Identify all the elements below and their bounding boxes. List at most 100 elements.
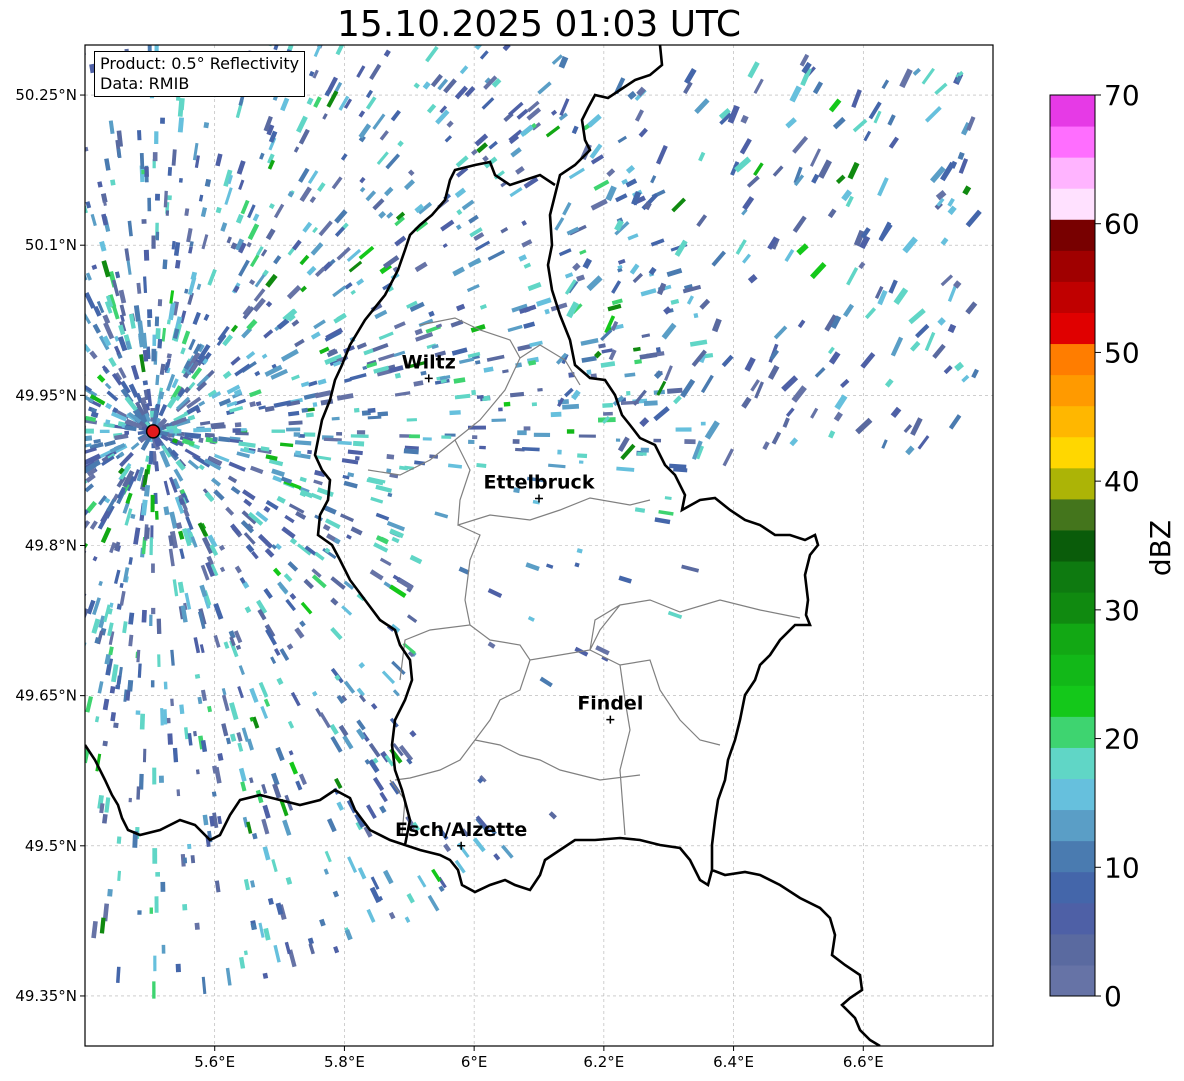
echo-cell: [128, 797, 132, 803]
echo-cell: [82, 31, 89, 45]
echo-cell: [12, 617, 19, 624]
echo-cell: [198, 437, 204, 443]
echo-cell: [69, 609, 79, 625]
echo-cell: [6, 659, 15, 671]
colorbar-segment: [1050, 467, 1095, 500]
echo-cell: [29, 326, 44, 339]
echo-cell: [230, 11, 236, 26]
echo-cell: [156, 618, 162, 635]
echo-cell: [479, 445, 486, 450]
echo-cell: [578, 460, 584, 464]
echo-cell: [18, 440, 34, 445]
echo-cell: [161, 944, 166, 954]
colorbar-segment: [1050, 498, 1095, 531]
echo-cell: [163, 681, 168, 690]
echo-cell: [537, 387, 543, 392]
echo-cell: [456, 18, 467, 31]
echo-cell: [406, 418, 418, 422]
echo-cell: [29, 566, 37, 575]
echo-cell: [367, 407, 376, 414]
echo-cell: [54, 256, 62, 265]
echo-cell: [29, 271, 36, 279]
echo-cell: [65, 707, 73, 723]
echo-cell: [655, 347, 661, 353]
echo-cell: [25, 359, 36, 367]
echo-cell: [152, 334, 157, 346]
echo-cell: [562, 403, 580, 410]
echo-cell: [24, 408, 34, 413]
colorbar-segment: [1050, 716, 1095, 748]
echo-cell: [24, 509, 38, 521]
echo-cell: [531, 402, 538, 407]
echo-cell: [305, 412, 314, 418]
colorbar-segment: [1050, 561, 1095, 593]
echo-cell: [155, 193, 160, 201]
echo-cell: [509, 32, 518, 42]
echo-cell: [50, 632, 61, 650]
echo-cell: [194, 673, 201, 679]
echo-cell: [30, 365, 39, 372]
echo-cell: [27, 515, 42, 528]
echo-cell: [24, 149, 31, 157]
colorbar-segment: [1050, 188, 1095, 220]
echo-cell: [128, 28, 134, 42]
echo-cell: [64, 435, 79, 440]
echo-cell: [142, 380, 149, 386]
colorbar-segment: [1050, 902, 1095, 935]
echo-cell: [30, 471, 48, 481]
echo-cell: [57, 208, 64, 217]
echo-cell: [322, 0, 329, 11]
colorbar-segment: [1050, 809, 1095, 842]
echo-cell: [28, 530, 34, 536]
echo-cell: [149, 907, 153, 914]
echo-cell: [0, 535, 8, 546]
echo-cell: [52, 110, 58, 116]
echo-cell: [653, 438, 662, 443]
echo-cell: [151, 563, 155, 573]
echo-cell: [147, 319, 151, 327]
echo-cell: [359, 14, 371, 32]
colorbar-segment: [1050, 405, 1095, 438]
echo-cell: [165, 210, 170, 216]
colorbar-segment: [1050, 685, 1095, 717]
echo-cell: [468, 439, 475, 445]
echo-cell: [149, 537, 154, 556]
echo-cell: [155, 872, 161, 877]
colorbar-segment: [1050, 529, 1095, 562]
echo-cell: [63, 593, 74, 609]
echo-cell: [0, 279, 5, 286]
echo-cell: [323, 11, 329, 18]
colorbar-segment: [1050, 654, 1095, 686]
echo-cell: [151, 235, 156, 249]
echo-cell: [166, 319, 171, 325]
echo-cell: [37, 365, 50, 375]
echo-cell: [43, 326, 57, 340]
echo-cell: [0, 397, 5, 403]
echo-cell: [152, 767, 157, 785]
echo-cell: [3, 749, 9, 757]
echo-cell: [7, 150, 15, 162]
radar-site-dot: [145, 424, 161, 439]
echo-cell: [135, 710, 141, 715]
map-background: [85, 45, 993, 1046]
echo-cell: [8, 142, 20, 160]
echo-cell: [72, 489, 82, 498]
colorbar-segment: [1050, 623, 1095, 655]
echo-cell: [77, 307, 85, 317]
echo-cell: [533, 432, 551, 437]
echo-cell: [12, 502, 27, 513]
echo-cell: [36, 19, 43, 30]
echo-cell: [47, 148, 56, 165]
colorbar-segment: [1050, 964, 1095, 997]
echo-cell: [63, 441, 81, 448]
city-label: Wiltz: [402, 351, 456, 373]
echo-cell: [7, 199, 18, 213]
echo-cell: [47, 145, 55, 158]
echo-cell: [566, 429, 575, 434]
echo-cell: [7, 66, 17, 83]
echo-cell: [105, 419, 111, 425]
colorbar-segment: [1050, 374, 1095, 407]
echo-cell: [1, 602, 12, 615]
echo-cell: [60, 499, 66, 505]
colorbar-tick-label: 50: [1104, 336, 1140, 369]
